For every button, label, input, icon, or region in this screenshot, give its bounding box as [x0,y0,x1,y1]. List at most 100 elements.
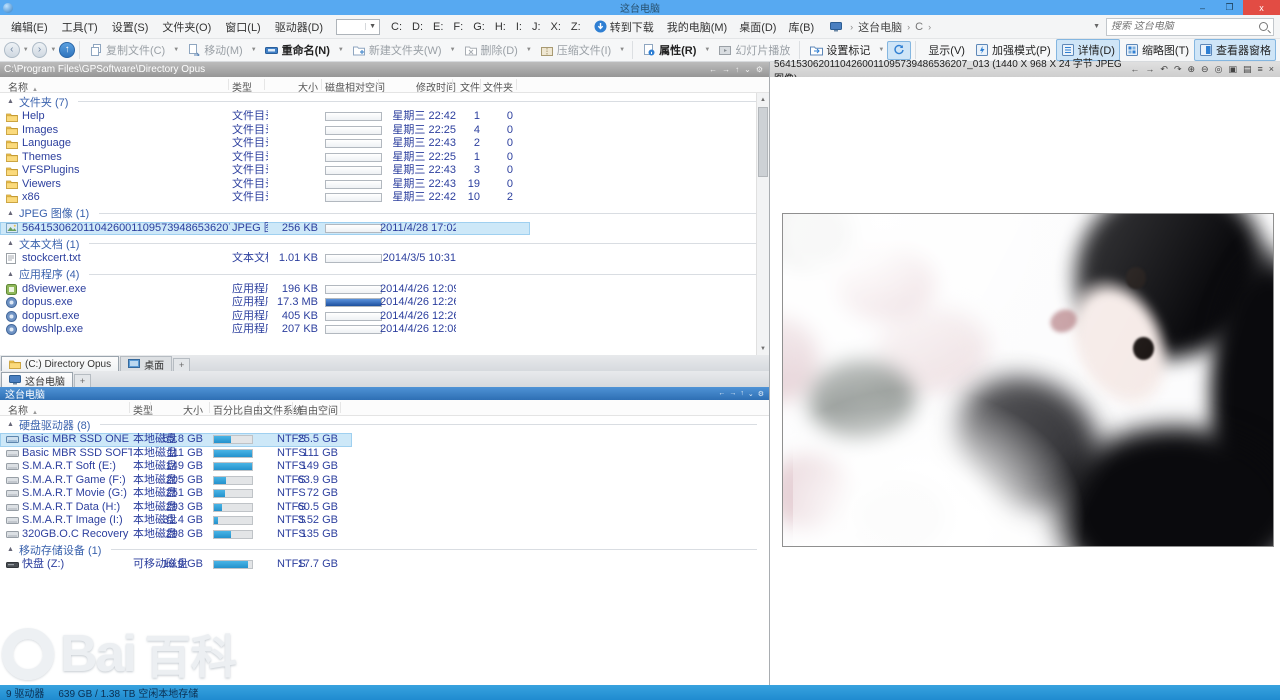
group-header[interactable]: ▲应用程序 (4) [0,266,769,283]
chevron-down-icon[interactable]: ▼ [335,47,347,53]
drive-link-C[interactable]: C: [386,21,407,33]
breadcrumb-item[interactable]: C [915,21,923,33]
menubar-shortcut[interactable]: 我的电脑(M) [661,22,734,34]
dest-path-bar[interactable]: 这台电脑 ← → ↑ ⌄ ⚙ [0,387,769,400]
scroll-thumb[interactable] [758,107,768,177]
breadcrumb-dropdown-icon[interactable]: ▼ [1087,23,1106,30]
chevron-down-icon[interactable]: ▼ [248,47,260,53]
drive-link-Z[interactable]: Z: [566,21,586,33]
drive-row[interactable]: S.M.A.R.T Game (F:)本地磁盘205 GBNTFS63.9 GB [0,474,352,488]
drive-link-X[interactable]: X: [546,21,566,33]
group-header[interactable]: ▲移动存储设备 (1) [0,541,769,558]
column-header-5[interactable]: 自由空间 [296,402,338,417]
file-row[interactable]: Viewers文件目录星期三 22:43190 [0,178,530,192]
toolbar-button-新建文件夹(W)[interactable]: 新建文件夹(W) [347,39,447,61]
column-header-0[interactable]: 名称▲ [8,402,38,417]
path-dropdown-icon[interactable]: ⌄ [744,65,751,74]
path-settings-icon[interactable]: ⚙ [756,65,763,74]
fit-page-icon[interactable]: ▣ [1228,64,1237,75]
menu-驱动器(D)[interactable]: 驱动器(D) [268,22,330,34]
toolbar-button-删除(D)[interactable]: 删除(D) [459,39,523,61]
zoom-out-icon[interactable]: ⊖ [1201,64,1209,75]
zoom-in-icon[interactable]: ⊕ [1187,64,1195,75]
chevron-down-icon[interactable]: ▼ [447,47,459,53]
drive-link-H[interactable]: H: [490,21,511,33]
drive-row[interactable]: 快盘 (Z:)可移动磁盘19.9 GBNTFS17.7 GB [0,558,352,572]
drive-link-J[interactable]: J: [527,21,546,33]
menu-窗口(L)[interactable]: 窗口(L) [218,22,267,34]
chevron-down-icon[interactable]: ▼ [875,47,887,53]
path-back-icon[interactable]: ← [718,390,725,398]
chevron-down-icon[interactable]: ▼ [170,47,182,53]
drive-row[interactable]: S.M.A.R.T Image (I:)本地磁盘31.4 GBNTFS3.52 … [0,514,352,528]
column-header-2[interactable]: 大小 [268,79,318,94]
path-dropdown-icon[interactable]: ⌄ [748,390,754,398]
dest-tab[interactable]: 这台电脑 [1,372,73,387]
path-back-icon[interactable]: ← [709,65,717,74]
file-row[interactable]: dopus.exe应用程序17.3 MB2014/4/26 12:26 [0,296,530,310]
toolbar-button-重命名(N)[interactable]: 重命名(N) [260,39,335,61]
drive-combobox[interactable]: ▼ [336,19,380,35]
column-header-1[interactable]: 类型 [232,79,252,94]
rotate-right-icon[interactable]: ↷ [1174,64,1182,75]
scroll-up-icon[interactable]: ▲ [757,93,769,106]
group-header[interactable]: ▲硬盘驱动器 (8) [0,416,769,433]
breadcrumb-item[interactable]: 这台电脑 [858,19,902,35]
search-box[interactable] [1106,18,1274,36]
file-row[interactable]: VFSPlugins文件目录星期三 22:4330 [0,164,530,178]
drive-link-F[interactable]: F: [448,21,468,33]
back-button[interactable]: ‹ [4,42,20,58]
menu-文件夹(O)[interactable]: 文件夹(O) [155,22,218,34]
column-header-3[interactable]: 百分比自由 [213,402,263,417]
path-up-icon[interactable]: ↑ [740,390,744,398]
column-header-6[interactable]: 文件夹 [482,79,513,94]
up-button[interactable]: ↑ [59,42,75,58]
viewer-next-icon[interactable]: → [1145,64,1154,75]
search-input[interactable] [1107,21,1259,32]
file-row[interactable]: 56415306201104260011095739486536207_013.… [0,222,530,236]
menubar-goto-download[interactable]: 转到下载 [610,19,661,35]
drive-row[interactable]: Basic MBR SSD SOFT (D:)本地磁盘111 GBNTFS111… [0,447,352,461]
drive-row[interactable]: S.M.A.R.T Soft (E:)本地磁盘149 GBNTFS149 GB [0,460,352,474]
minimize-button[interactable]: – [1189,0,1216,15]
restore-button[interactable]: ❐ [1216,0,1243,15]
column-header-3[interactable]: 磁盘相对空间 [325,79,385,94]
file-row[interactable]: dopusrt.exe应用程序405 KB2014/4/26 12:26 [0,310,530,324]
file-row[interactable]: stockcert.txt文本文档1.01 KB2014/3/5 10:31 [0,252,530,266]
column-header-4[interactable]: 修改时间 [380,79,456,94]
drive-link-I[interactable]: I: [511,21,527,33]
drive-row[interactable]: S.M.A.R.T Data (H:)本地磁盘293 GBNTFS60.5 GB [0,501,352,515]
rotate-left-icon[interactable]: ↶ [1160,64,1168,75]
path-forward-icon[interactable]: → [722,65,730,74]
file-row[interactable]: Themes文件目录星期三 22:2510 [0,151,530,165]
close-button[interactable]: x [1243,0,1280,15]
file-row[interactable]: Language文件目录星期三 22:4320 [0,137,530,151]
menu-工具(T)[interactable]: 工具(T) [55,22,105,34]
forward-button[interactable]: › [32,42,48,58]
back-dropdown-icon[interactable]: ▼ [20,47,32,53]
column-header-2[interactable]: 大小 [153,402,203,417]
column-header-5[interactable]: 文件 [455,79,480,94]
drive-row[interactable]: Basic MBR SSD ONE (C:)本地磁盘55.8 GBNTFS25.… [0,433,352,447]
scroll-down-icon[interactable]: ▼ [757,342,769,355]
file-row[interactable]: x86文件目录星期三 22:42102 [0,191,530,205]
file-row[interactable]: d8viewer.exe应用程序196 KB2014/4/26 12:09 [0,283,530,297]
group-header[interactable]: ▲JPEG 图像 (1) [0,205,769,222]
drive-link-E[interactable]: E: [428,21,448,33]
chevron-down-icon[interactable]: ▼ [523,47,535,53]
file-row[interactable]: Images文件目录星期三 22:2540 [0,124,530,138]
toolbar-button-属性(R)[interactable]: 属性(R) [637,39,701,61]
menubar-shortcut[interactable]: 桌面(D) [733,22,782,34]
source-path-bar[interactable]: C:\Program Files\GPSoftware\Directory Op… [0,62,769,77]
menu-编辑(E)[interactable]: 编辑(E) [4,22,55,34]
path-up-icon[interactable]: ↑ [735,65,739,74]
toolbar-button-缩略图(T)[interactable]: 缩略图(T) [1120,39,1194,61]
toolbar-button-压缩文件(I)[interactable]: 压缩文件(I) [535,39,616,61]
menubar-shortcut[interactable]: 库(B) [782,22,820,34]
chevron-down-icon[interactable]: ▼ [701,47,713,53]
drive-link-G[interactable]: G: [468,21,490,33]
chevron-down-icon[interactable]: ▼ [616,47,628,53]
vertical-scrollbar[interactable]: ▲▼ [756,93,769,355]
zoom-reset-icon[interactable]: ◎ [1215,64,1223,75]
forward-dropdown-icon[interactable]: ▼ [47,47,59,53]
